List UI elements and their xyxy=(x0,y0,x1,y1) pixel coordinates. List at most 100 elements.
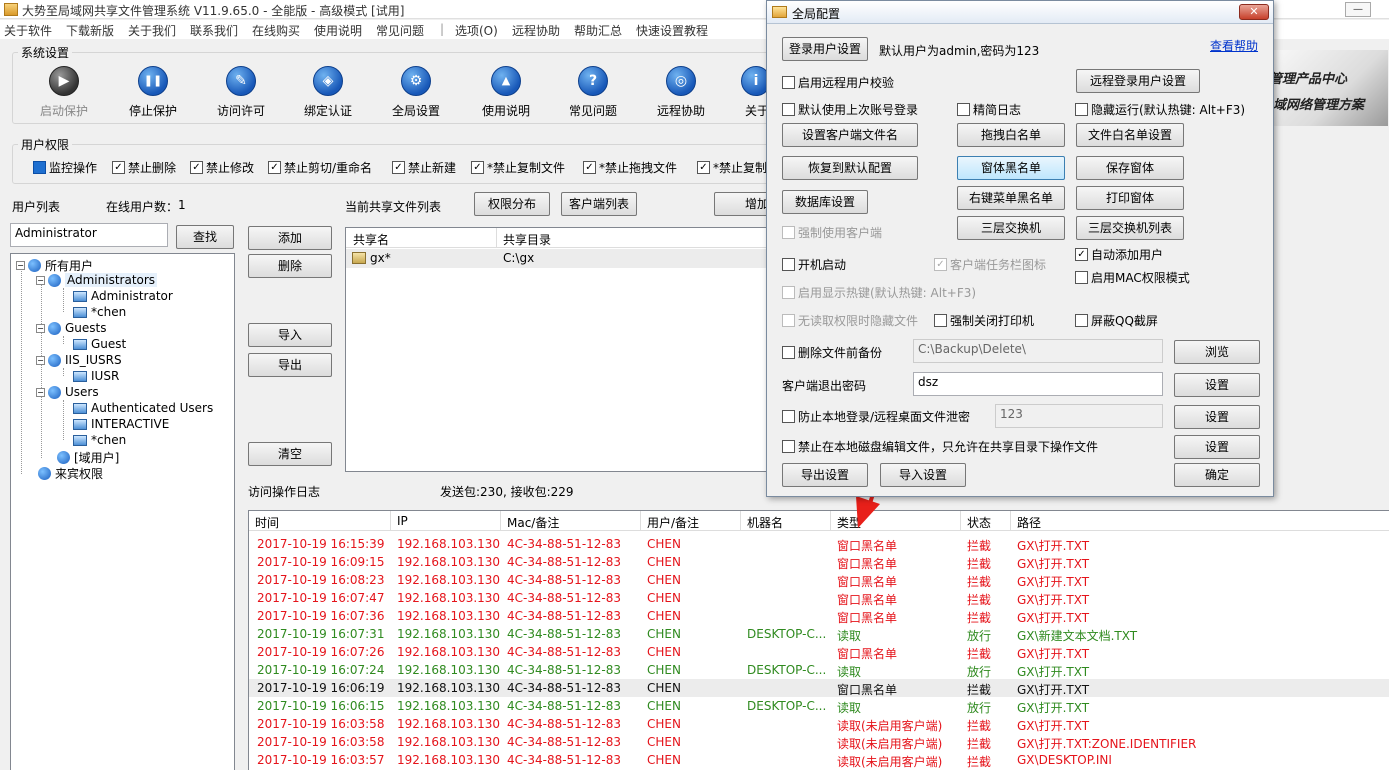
no-local-edit-checkbox[interactable]: 禁止在本地磁盘编辑文件，只允许在共享目录下操作文件 xyxy=(782,438,1098,455)
col-machine[interactable]: 机器名 xyxy=(741,511,831,531)
perm-no-copy-checkbox[interactable]: ✓ *禁止复制 xyxy=(697,159,767,176)
tree-group-users[interactable]: − Users xyxy=(36,385,99,399)
browse-button[interactable]: 浏览 xyxy=(1174,340,1260,364)
col-time[interactable]: 时间 xyxy=(249,511,391,531)
bind-auth-button[interactable]: ◈ 绑定认证 xyxy=(288,66,368,119)
view-help-link[interactable]: 查看帮助 xyxy=(1210,37,1258,54)
usage-guide-button[interactable]: ▲ 使用说明 xyxy=(466,66,546,119)
log-row[interactable]: 2017-10-19 16:07:36 192.168.103.130 4C-34-… xyxy=(249,607,1389,625)
perm-no-drag-checkbox[interactable]: ✓ *禁止拖拽文件 xyxy=(583,159,677,176)
import-settings-button[interactable]: 导入设置 xyxy=(880,463,966,487)
leak-set-button[interactable]: 设置 xyxy=(1174,405,1260,429)
tree-user-chen-2[interactable]: *chen xyxy=(73,433,126,447)
log-row[interactable]: 2017-10-19 16:03:57 192.168.103.130 4C-34-… xyxy=(249,751,1389,769)
perm-monitor-checkbox[interactable]: 监控操作 xyxy=(33,159,97,176)
menu-download[interactable]: 下载新版 xyxy=(66,22,114,39)
find-button[interactable]: 查找 xyxy=(176,225,234,249)
block-qq-screenshot-checkbox[interactable]: 屏蔽QQ截屏 xyxy=(1075,312,1158,329)
l3-switch-button[interactable]: 三层交换机 xyxy=(957,216,1065,240)
tree-guest-permission[interactable]: 来宾权限 xyxy=(38,465,103,482)
prevent-leak-checkbox[interactable]: 防止本地登录/远程桌面文件泄密 xyxy=(782,408,970,425)
perm-no-copy-file-checkbox[interactable]: ✓ *禁止复制文件 xyxy=(471,159,565,176)
log-row[interactable]: 2017-10-19 16:08:23 192.168.103.130 4C-34-… xyxy=(249,571,1389,589)
menu-tutorial[interactable]: 快速设置教程 xyxy=(636,22,708,39)
database-settings-button[interactable]: 数据库设置 xyxy=(782,190,868,214)
share-row[interactable]: gx* C:\gx xyxy=(346,249,774,268)
dialog-close-button[interactable]: ✕ xyxy=(1239,4,1269,20)
tree-group-administrators[interactable]: − Administrators xyxy=(36,273,158,287)
print-window-button[interactable]: 打印窗体 xyxy=(1076,186,1184,210)
window-blacklist-button[interactable]: 窗体黑名单 xyxy=(957,156,1065,180)
log-row[interactable]: 2017-10-19 16:07:26 192.168.103.130 4C-34-… xyxy=(249,643,1389,661)
import-button[interactable]: 导入 xyxy=(248,323,332,347)
col-path[interactable]: 路径 xyxy=(1011,511,1389,531)
file-whitelist-button[interactable]: 文件白名单设置 xyxy=(1076,123,1184,147)
tree-group-iis-iusrs[interactable]: − IIS_IUSRS xyxy=(36,353,122,367)
tree-user-administrator[interactable]: Administrator xyxy=(73,289,173,303)
l3-switch-list-button[interactable]: 三层交换机列表 xyxy=(1076,216,1184,240)
menu-about-software[interactable]: 关于软件 xyxy=(4,22,52,39)
remote-login-settings-button[interactable]: 远程登录用户设置 xyxy=(1076,69,1200,93)
menu-help[interactable]: 帮助汇总 xyxy=(574,22,622,39)
tree-user-authenticated[interactable]: Authenticated Users xyxy=(73,401,213,415)
log-row[interactable]: 2017-10-19 16:07:31 192.168.103.130 4C-34-… xyxy=(249,625,1389,643)
tree-group-guests[interactable]: − Guests xyxy=(36,321,107,335)
log-row[interactable]: 2017-10-19 16:06:15 192.168.103.130 4C-34-… xyxy=(249,697,1389,715)
show-hotkey-checkbox[interactable]: 启用显示热键(默认热键: Alt+F3) xyxy=(782,284,976,301)
remote-assist-button[interactable]: ◎ 远程协助 xyxy=(641,66,721,119)
add-button[interactable]: 添加 xyxy=(248,226,332,250)
save-window-button[interactable]: 保存窗体 xyxy=(1076,156,1184,180)
right-menu-blacklist-button[interactable]: 右键菜单黑名单 xyxy=(957,186,1065,210)
menu-buy[interactable]: 在线购买 xyxy=(252,22,300,39)
tree-user-guest[interactable]: Guest xyxy=(73,337,126,351)
perm-no-cut-checkbox[interactable]: ✓ 禁止剪切/重命名 xyxy=(268,159,372,176)
tree-user-iusr[interactable]: IUSR xyxy=(73,369,119,383)
drag-whitelist-button[interactable]: 拖拽白名单 xyxy=(957,123,1065,147)
col-share-dir[interactable]: 共享目录 xyxy=(503,231,551,248)
menu-remote[interactable]: 远程协助 xyxy=(512,22,560,39)
col-ip[interactable]: IP xyxy=(391,511,501,531)
login-user-settings-button[interactable]: 登录用户设置 xyxy=(782,37,868,61)
export-button[interactable]: 导出 xyxy=(248,353,332,377)
tree-root-all-users[interactable]: − 所有用户 xyxy=(16,257,93,274)
perm-no-create-checkbox[interactable]: ✓ 禁止新建 xyxy=(392,159,456,176)
client-list-button[interactable]: 客户端列表 xyxy=(561,192,637,216)
log-row[interactable]: 2017-10-19 16:06:19 192.168.103.130 4C-34-… xyxy=(249,679,1389,697)
clear-button[interactable]: 清空 xyxy=(248,442,332,466)
global-settings-button[interactable]: ⚙ 全局设置 xyxy=(376,66,456,119)
exit-password-set-button[interactable]: 设置 xyxy=(1174,373,1260,397)
last-login-checkbox[interactable]: 默认使用上次账号登录 xyxy=(782,101,918,118)
log-row[interactable]: 2017-10-19 16:07:24 192.168.103.130 4C-34-… xyxy=(249,661,1389,679)
force-close-printer-checkbox[interactable]: 强制关闭打印机 xyxy=(934,312,1034,329)
perm-no-delete-checkbox[interactable]: ✓ 禁止删除 xyxy=(112,159,176,176)
backup-path-input[interactable]: C:\Backup\Delete\ xyxy=(913,339,1163,363)
log-row[interactable]: 2017-10-19 16:15:39 192.168.103.130 4C-34-… xyxy=(249,535,1389,553)
hidden-run-checkbox[interactable]: 隐藏运行(默认热键: Alt+F3) xyxy=(1075,101,1245,118)
leak-password-input[interactable]: 123 xyxy=(995,404,1163,428)
menu-contact[interactable]: 联系我们 xyxy=(190,22,238,39)
menu-usage[interactable]: 使用说明 xyxy=(314,22,362,39)
client-filename-button[interactable]: 设置客户端文件名 xyxy=(782,123,918,147)
force-client-checkbox[interactable]: 强制使用客户端 xyxy=(782,224,882,241)
tree-user-interactive[interactable]: INTERACTIVE xyxy=(73,417,169,431)
hide-no-perm-checkbox[interactable]: 无读取权限时隐藏文件 xyxy=(782,312,918,329)
log-row[interactable]: 2017-10-19 16:03:58 192.168.103.130 4C-34-… xyxy=(249,733,1389,751)
add-share-button[interactable]: 增加 xyxy=(714,192,774,216)
tree-user-chen[interactable]: *chen xyxy=(73,305,126,319)
stop-protect-button[interactable]: ❚❚ 停止保护 xyxy=(113,66,193,119)
log-row[interactable]: 2017-10-19 16:09:15 192.168.103.130 4C-34-… xyxy=(249,553,1389,571)
col-share-name[interactable]: 共享名 xyxy=(353,231,389,248)
menu-about-us[interactable]: 关于我们 xyxy=(128,22,176,39)
backup-before-delete-checkbox[interactable]: 删除文件前备份 xyxy=(782,344,882,361)
delete-button[interactable]: 删除 xyxy=(248,254,332,278)
tree-group-domain-users[interactable]: [域用户] xyxy=(57,449,119,466)
local-edit-set-button[interactable]: 设置 xyxy=(1174,435,1260,459)
log-row[interactable]: 2017-10-19 16:03:58 192.168.103.130 4C-34-… xyxy=(249,715,1389,733)
menu-faq[interactable]: 常见问题 xyxy=(376,22,424,39)
export-settings-button[interactable]: 导出设置 xyxy=(782,463,868,487)
col-user[interactable]: 用户/备注 xyxy=(641,511,741,531)
autostart-checkbox[interactable]: 开机启动 xyxy=(782,256,846,273)
exit-password-input[interactable]: dsz xyxy=(913,372,1163,396)
restore-default-button[interactable]: 恢复到默认配置 xyxy=(782,156,918,180)
tray-icon-checkbox[interactable]: ✓ 客户端任务栏图标 xyxy=(934,256,1046,273)
